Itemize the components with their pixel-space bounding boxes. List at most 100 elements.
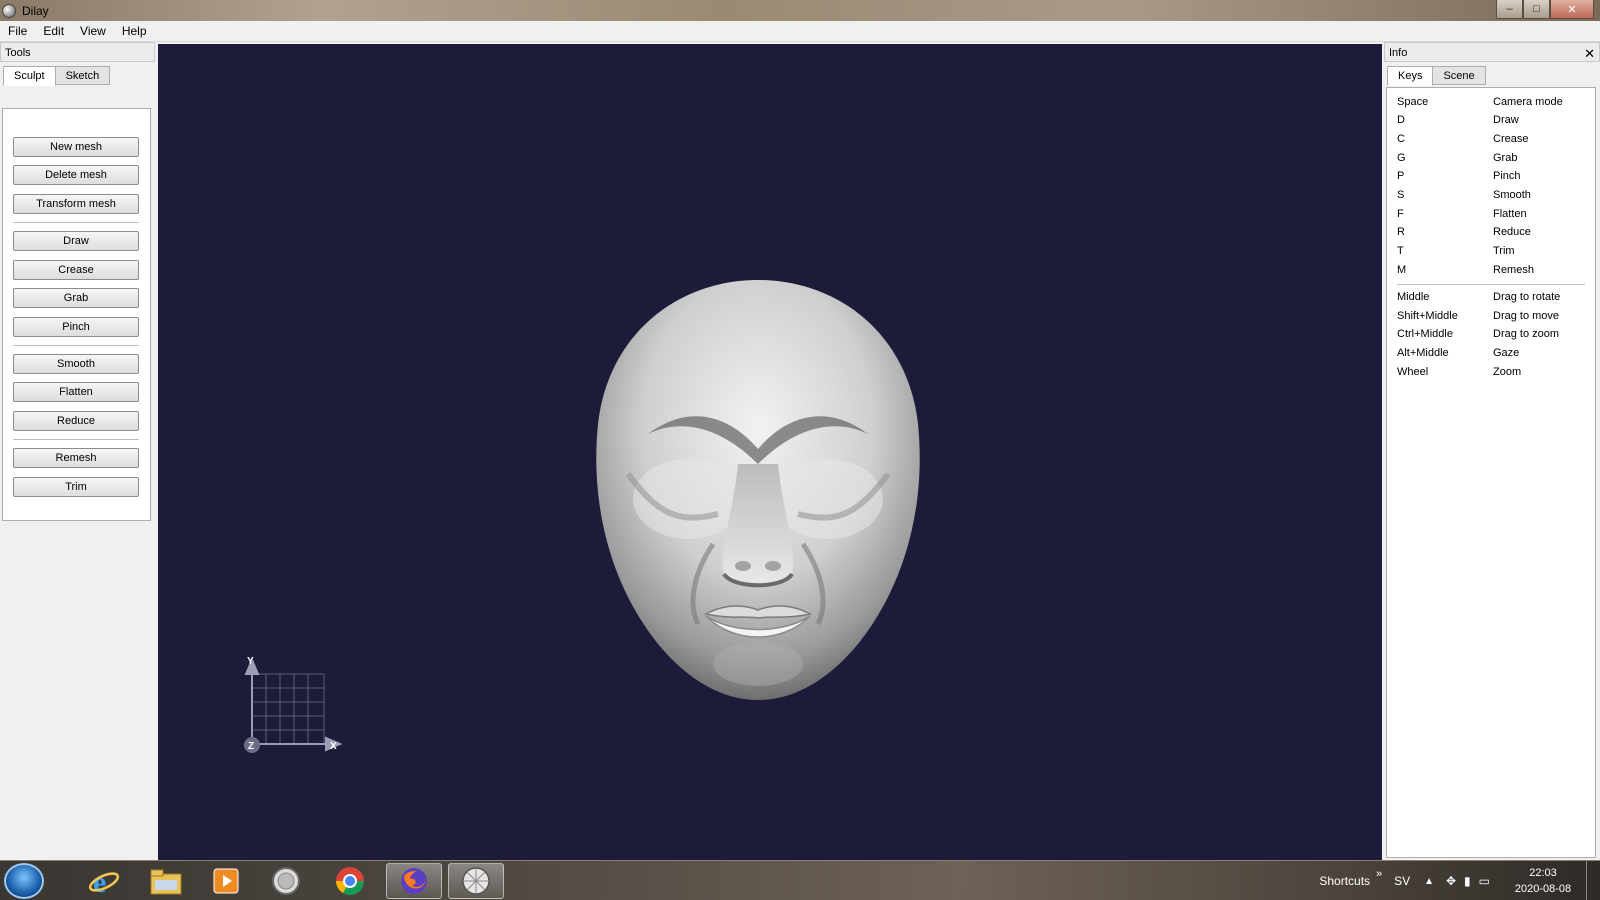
key-action: Flatten — [1493, 208, 1527, 220]
delete-mesh-button[interactable]: Delete mesh — [13, 165, 139, 185]
transform-mesh-button[interactable]: Transform mesh — [13, 194, 139, 214]
separator — [1397, 284, 1585, 285]
smooth-button[interactable]: Smooth — [13, 354, 139, 374]
key-label: D — [1397, 114, 1405, 126]
internet-explorer-icon[interactable]: e — [76, 863, 132, 899]
taskbar: e Shortcuts » SV ▲ ✥ ▮ ▭ 22:03 2020-08-0… — [0, 860, 1600, 900]
draw-button[interactable]: Draw — [13, 231, 139, 251]
start-button[interactable] — [4, 863, 44, 899]
key-label: M — [1397, 264, 1407, 276]
show-hidden-icons-icon[interactable]: ▲ — [1424, 876, 1434, 887]
window-title: Dilay — [22, 3, 49, 18]
key-label: G — [1397, 152, 1406, 164]
trim-button[interactable]: Trim — [13, 477, 139, 497]
separator — [13, 439, 139, 440]
key-row: S Smooth — [1397, 189, 1587, 207]
3d-viewport[interactable]: Y X Z — [158, 44, 1382, 860]
chevron-right-icon[interactable]: » — [1376, 868, 1382, 880]
close-button[interactable]: ✕ — [1550, 0, 1594, 19]
info-panel: Info ✕ Keys Scene Space Camera mode D Draw… — [1384, 42, 1600, 860]
menu-file[interactable]: File — [0, 24, 35, 38]
mouse-label: Shift+Middle — [1397, 310, 1458, 322]
key-row: G Grab — [1397, 152, 1587, 170]
key-label: C — [1397, 133, 1405, 145]
dilay-app-icon — [2, 3, 16, 18]
media-player-icon[interactable] — [198, 863, 254, 899]
mouse-action: Zoom — [1493, 366, 1522, 378]
separator — [13, 222, 139, 223]
dilay-icon[interactable] — [448, 863, 504, 899]
flatten-button[interactable]: Flatten — [13, 382, 139, 402]
menu-bar: File Edit View Help — [0, 21, 1600, 42]
viewport-canvas[interactable]: Y X Z — [158, 44, 1382, 860]
shortcuts-toolbar[interactable]: Shortcuts » — [1319, 868, 1382, 888]
mouse-label: Ctrl+Middle — [1397, 328, 1453, 340]
key-row: P Pinch — [1397, 170, 1587, 188]
mouse-row: Shift+Middle Drag to move — [1397, 310, 1587, 328]
tab-sketch[interactable]: Sketch — [54, 66, 111, 85]
remesh-button[interactable]: Remesh — [13, 448, 139, 468]
network-icon[interactable]: ▭ — [1479, 874, 1490, 888]
window-controls: – □ ✕ — [1496, 0, 1594, 19]
key-action: Pinch — [1493, 170, 1521, 182]
tools-tabs: Sculpt Sketch — [0, 62, 155, 86]
key-action: Remesh — [1493, 264, 1534, 276]
tab-scene[interactable]: Scene — [1432, 66, 1486, 85]
pinch-button[interactable]: Pinch — [13, 317, 139, 337]
mouse-row: Alt+Middle Gaze — [1397, 347, 1587, 365]
maximize-button[interactable]: □ — [1523, 0, 1550, 19]
tools-panel: Tools Sculpt Sketch New mesh Delete mesh… — [0, 42, 155, 860]
menu-edit[interactable]: Edit — [35, 24, 72, 38]
chrome-icon[interactable] — [322, 863, 378, 899]
file-explorer-icon[interactable] — [138, 863, 194, 899]
info-tabs: Keys Scene — [1384, 62, 1600, 86]
clock-time: 22:03 — [1529, 867, 1557, 879]
y-axis-label: Y — [247, 656, 254, 667]
key-action: Crease — [1493, 133, 1529, 145]
system-tray: Shortcuts » SV ▲ ✥ ▮ ▭ 22:03 2020-08-08 — [1319, 861, 1600, 900]
axis-gizmo — [252, 673, 325, 745]
dropbox-icon[interactable]: ✥ — [1446, 874, 1456, 888]
circle-app-icon[interactable] — [258, 863, 314, 899]
key-action: Grab — [1493, 152, 1518, 164]
key-action: Camera mode — [1493, 96, 1563, 108]
z-axis-label: Z — [248, 741, 254, 752]
mouse-action: Drag to zoom — [1493, 328, 1560, 340]
menu-help[interactable]: Help — [114, 24, 155, 38]
mouse-label: Alt+Middle — [1397, 347, 1449, 359]
tab-keys[interactable]: Keys — [1387, 66, 1434, 86]
key-label: F — [1397, 208, 1404, 220]
menu-view[interactable]: View — [72, 24, 114, 38]
language-indicator[interactable]: SV — [1394, 874, 1410, 888]
mouse-label: Middle — [1397, 291, 1430, 303]
close-icon[interactable]: ✕ — [1584, 44, 1595, 64]
clock[interactable]: 22:03 2020-08-08 — [1508, 865, 1578, 897]
firefox-icon[interactable] — [386, 863, 442, 899]
key-action: Draw — [1493, 114, 1519, 126]
x-axis-label: X — [330, 741, 337, 752]
reduce-button[interactable]: Reduce — [13, 411, 139, 431]
grab-button[interactable]: Grab — [13, 288, 139, 308]
crease-button[interactable]: Crease — [13, 260, 139, 280]
tab-sculpt[interactable]: Sculpt — [3, 66, 56, 86]
power-icon[interactable]: ▮ — [1464, 874, 1471, 888]
sculpted-head-mesh[interactable] — [596, 280, 920, 700]
minimize-button[interactable]: – — [1496, 0, 1523, 19]
mouse-action: Drag to move — [1493, 310, 1560, 322]
keys-list: Space Camera mode D Draw C Crease G Grab P Pi… — [1386, 87, 1596, 858]
key-row: M Remesh — [1397, 264, 1587, 282]
mouse-row: Ctrl+Middle Drag to zoom — [1397, 328, 1587, 346]
clock-date: 2020-08-08 — [1514, 883, 1572, 895]
info-panel-header: Info ✕ — [1384, 42, 1600, 62]
mouse-action: Drag to rotate — [1493, 291, 1561, 303]
shortcuts-label: Shortcuts — [1319, 874, 1371, 888]
tools-panel-title: Tools — [0, 42, 155, 62]
show-desktop-button[interactable] — [1586, 861, 1600, 900]
key-action: Reduce — [1493, 226, 1531, 238]
new-mesh-button[interactable]: New mesh — [13, 137, 139, 157]
main-area: Tools Sculpt Sketch New mesh Delete mesh… — [0, 42, 1600, 860]
sculpt-tools: New mesh Delete mesh Transform mesh Draw… — [2, 108, 151, 521]
info-panel-title: Info — [1389, 47, 1408, 59]
key-label: Space — [1397, 96, 1429, 108]
mouse-label: Wheel — [1397, 366, 1429, 378]
